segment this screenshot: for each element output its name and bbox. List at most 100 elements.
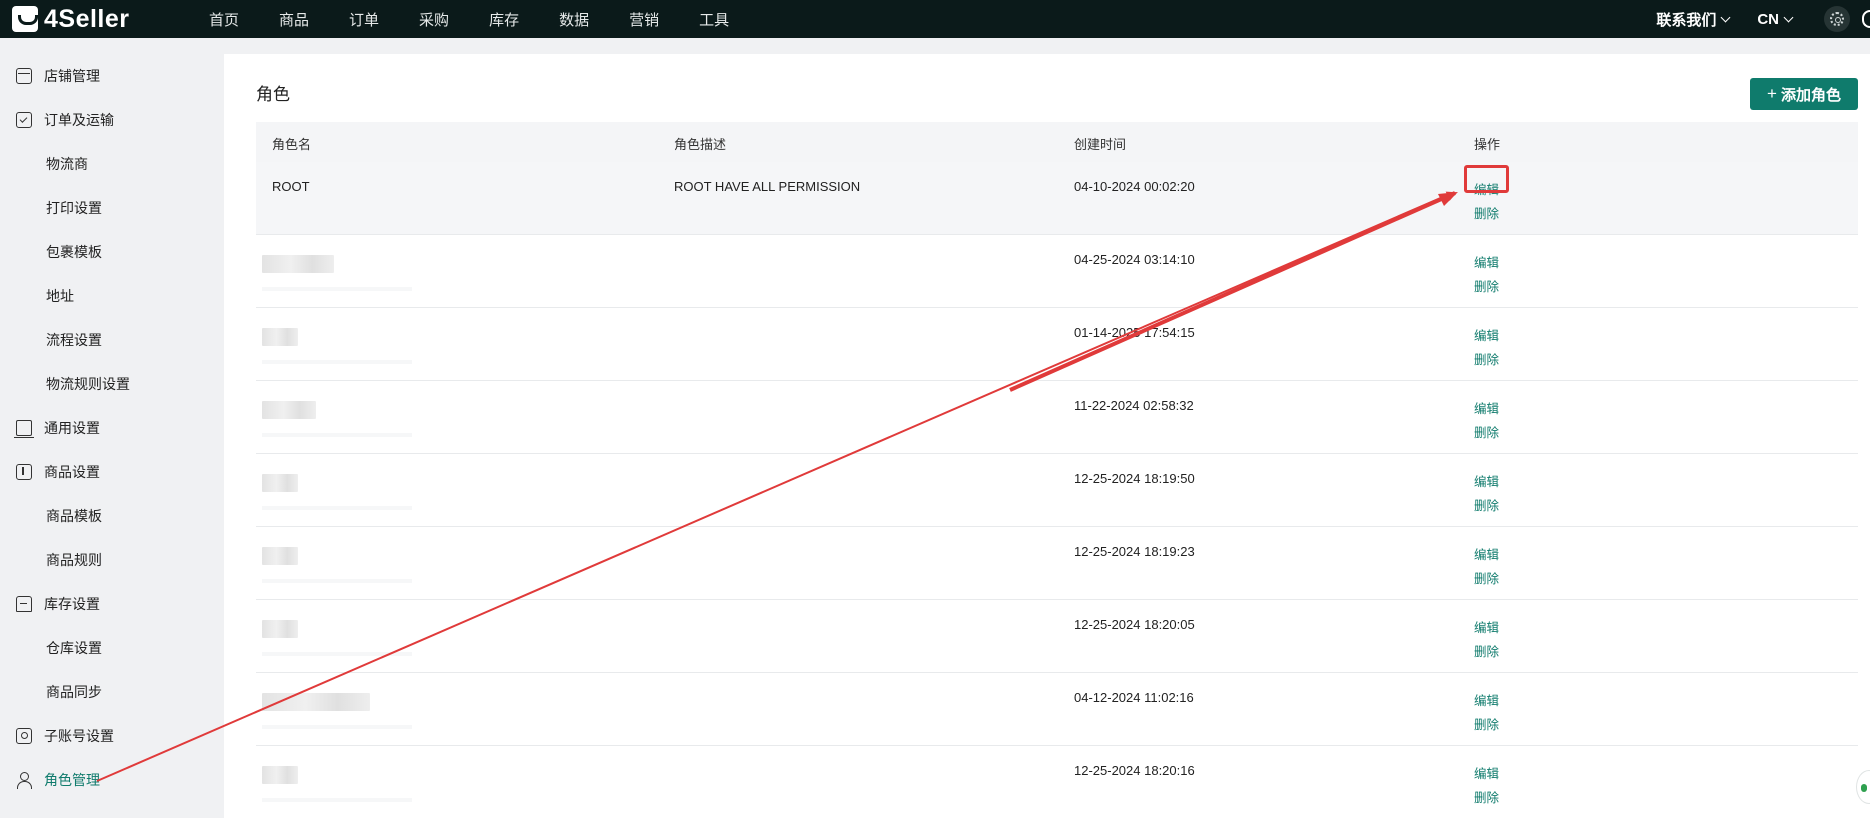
delete-link[interactable]: 删除	[1474, 567, 1499, 591]
add-role-button[interactable]: + 添加角色	[1750, 78, 1858, 110]
delete-link[interactable]: 删除	[1474, 202, 1499, 226]
nav-purchase[interactable]: 采购	[419, 9, 449, 30]
redacted-role-name	[262, 255, 334, 273]
sidebar-item-role-management[interactable]: 角色管理	[0, 765, 224, 795]
delete-link[interactable]: 删除	[1474, 348, 1499, 372]
redacted-description	[262, 506, 412, 510]
plus-icon: +	[1767, 84, 1777, 103]
sidebar-item-print-settings[interactable]: 打印设置	[0, 193, 224, 223]
redacted-description	[262, 360, 412, 364]
row-actions: 编辑 删除	[1474, 251, 1499, 299]
table-row: 12-25-2024 18:19:23 编辑 删除	[256, 527, 1858, 600]
sidebar-item-label: 库存设置	[44, 596, 100, 612]
sidebar-item-label: 通用设置	[44, 420, 100, 436]
nav-products[interactable]: 商品	[279, 9, 309, 30]
nav-tools[interactable]: 工具	[699, 9, 729, 30]
settings-button[interactable]	[1824, 6, 1850, 32]
sidebar-item-label: 订单及运输	[44, 112, 114, 128]
sidebar-item-general-settings[interactable]: 通用设置	[0, 413, 224, 443]
row-actions: 编辑 删除	[1474, 689, 1499, 737]
sidebar-item-sub-account-settings[interactable]: 子账号设置	[0, 721, 224, 751]
role-icon	[16, 772, 32, 789]
sidebar-item-workflow-settings[interactable]: 流程设置	[0, 325, 224, 355]
sidebar-item-label: 商品规则	[46, 552, 102, 568]
sidebar-item-logistics-rules[interactable]: 物流规则设置	[0, 369, 224, 399]
table-row: 01-14-2025 17:54:15 编辑 删除	[256, 308, 1858, 381]
sidebar-item-product-templates[interactable]: 商品模板	[0, 501, 224, 531]
sidebar-item-label: 商品同步	[46, 684, 102, 700]
row-actions: 编辑 删除	[1474, 324, 1499, 372]
redacted-description	[262, 652, 412, 656]
sidebar-item-warehouse-settings[interactable]: 仓库设置	[0, 633, 224, 663]
page-title: 角色	[256, 85, 290, 104]
row-actions: 编辑 删除	[1474, 543, 1499, 591]
redacted-role-name	[262, 766, 298, 784]
delete-link[interactable]: 删除	[1474, 421, 1499, 445]
sidebar-item-label: 商品模板	[46, 508, 102, 524]
avatar[interactable]	[1862, 10, 1870, 28]
sidebar-item-stock-settings[interactable]: 库存设置	[0, 589, 224, 619]
nav-orders[interactable]: 订单	[349, 9, 379, 30]
redacted-role-name	[262, 620, 298, 638]
row-actions: 编辑 删除	[1474, 470, 1499, 518]
app-logo[interactable]: 4Seller	[12, 5, 182, 34]
floating-helper-button[interactable]	[1856, 770, 1870, 804]
edit-link[interactable]: 编辑	[1474, 324, 1499, 348]
logo-text: 4Seller	[44, 4, 130, 33]
role-description-cell: ROOT HAVE ALL PERMISSION	[674, 179, 861, 194]
redacted-role-name	[262, 401, 316, 419]
edit-link[interactable]: 编辑	[1474, 397, 1499, 421]
sidebar-item-carriers[interactable]: 物流商	[0, 149, 224, 179]
edit-link[interactable]: 编辑	[1474, 251, 1499, 275]
nav-marketing[interactable]: 营销	[629, 9, 659, 30]
language-dropdown[interactable]: CN	[1757, 11, 1794, 28]
sidebar-item-label: 包裹模板	[46, 244, 102, 260]
nav-home[interactable]: 首页	[209, 9, 239, 30]
sidebar-item-label: 流程设置	[46, 332, 102, 348]
sub-account-icon	[16, 728, 32, 744]
gear-icon	[1830, 12, 1844, 26]
table-row: 12-25-2024 18:19:50 编辑 删除	[256, 454, 1858, 527]
sidebar-item-store-management[interactable]: 店铺管理	[0, 61, 224, 91]
edit-link[interactable]: 编辑	[1474, 762, 1499, 786]
sidebar-item-label: 子账号设置	[44, 728, 114, 744]
nav-inventory[interactable]: 库存	[489, 9, 519, 30]
sidebar-item-product-settings[interactable]: 商品设置	[0, 457, 224, 487]
product-settings-icon	[16, 464, 32, 480]
delete-link[interactable]: 删除	[1474, 713, 1499, 737]
main-content-panel: 角色 + 添加角色 角色名 角色描述 创建时间 操作 ROOT ROOT HAV…	[224, 54, 1870, 818]
edit-link[interactable]: 编辑	[1474, 616, 1499, 640]
edit-link[interactable]: 编辑	[1474, 178, 1499, 202]
sidebar-item-label: 商品设置	[44, 464, 100, 480]
contact-us-dropdown[interactable]: 联系我们	[1656, 9, 1731, 30]
sidebar-item-product-sync[interactable]: 商品同步	[0, 677, 224, 707]
settings-sidebar: 店铺管理 订单及运输 物流商 打印设置 包裹模板 地址 流程设置 物流规则设置 …	[0, 38, 224, 818]
sidebar-item-label: 打印设置	[46, 200, 102, 216]
table-row: ROOT ROOT HAVE ALL PERMISSION 04-10-2024…	[256, 162, 1858, 235]
edit-link[interactable]: 编辑	[1474, 470, 1499, 494]
redacted-description	[262, 433, 412, 437]
column-header-role-description: 角色描述	[674, 137, 727, 152]
created-time-cell: 01-14-2025 17:54:15	[1074, 325, 1195, 340]
redacted-role-name	[262, 693, 370, 711]
top-navigation-bar: 4Seller 首页 商品 订单 采购 库存 数据 营销 工具 联系我们 CN	[0, 0, 1870, 38]
delete-link[interactable]: 删除	[1474, 275, 1499, 299]
sidebar-item-package-templates[interactable]: 包裹模板	[0, 237, 224, 267]
delete-link[interactable]: 删除	[1474, 786, 1499, 810]
redacted-role-name	[262, 474, 298, 492]
redacted-description	[262, 725, 412, 729]
sidebar-item-product-rules[interactable]: 商品规则	[0, 545, 224, 575]
logo-bag-icon	[12, 6, 38, 32]
created-time-cell: 12-25-2024 18:19:23	[1074, 544, 1195, 559]
row-actions: 编辑 删除	[1474, 616, 1499, 664]
redacted-description	[262, 287, 412, 291]
sidebar-item-order-shipping[interactable]: 订单及运输	[0, 105, 224, 135]
nav-data[interactable]: 数据	[559, 9, 589, 30]
sidebar-item-label: 物流规则设置	[46, 376, 130, 392]
delete-link[interactable]: 删除	[1474, 494, 1499, 518]
delete-link[interactable]: 删除	[1474, 640, 1499, 664]
edit-link[interactable]: 编辑	[1474, 543, 1499, 567]
edit-link[interactable]: 编辑	[1474, 689, 1499, 713]
created-time-cell: 12-25-2024 18:20:16	[1074, 763, 1195, 778]
sidebar-item-address[interactable]: 地址	[0, 281, 224, 311]
